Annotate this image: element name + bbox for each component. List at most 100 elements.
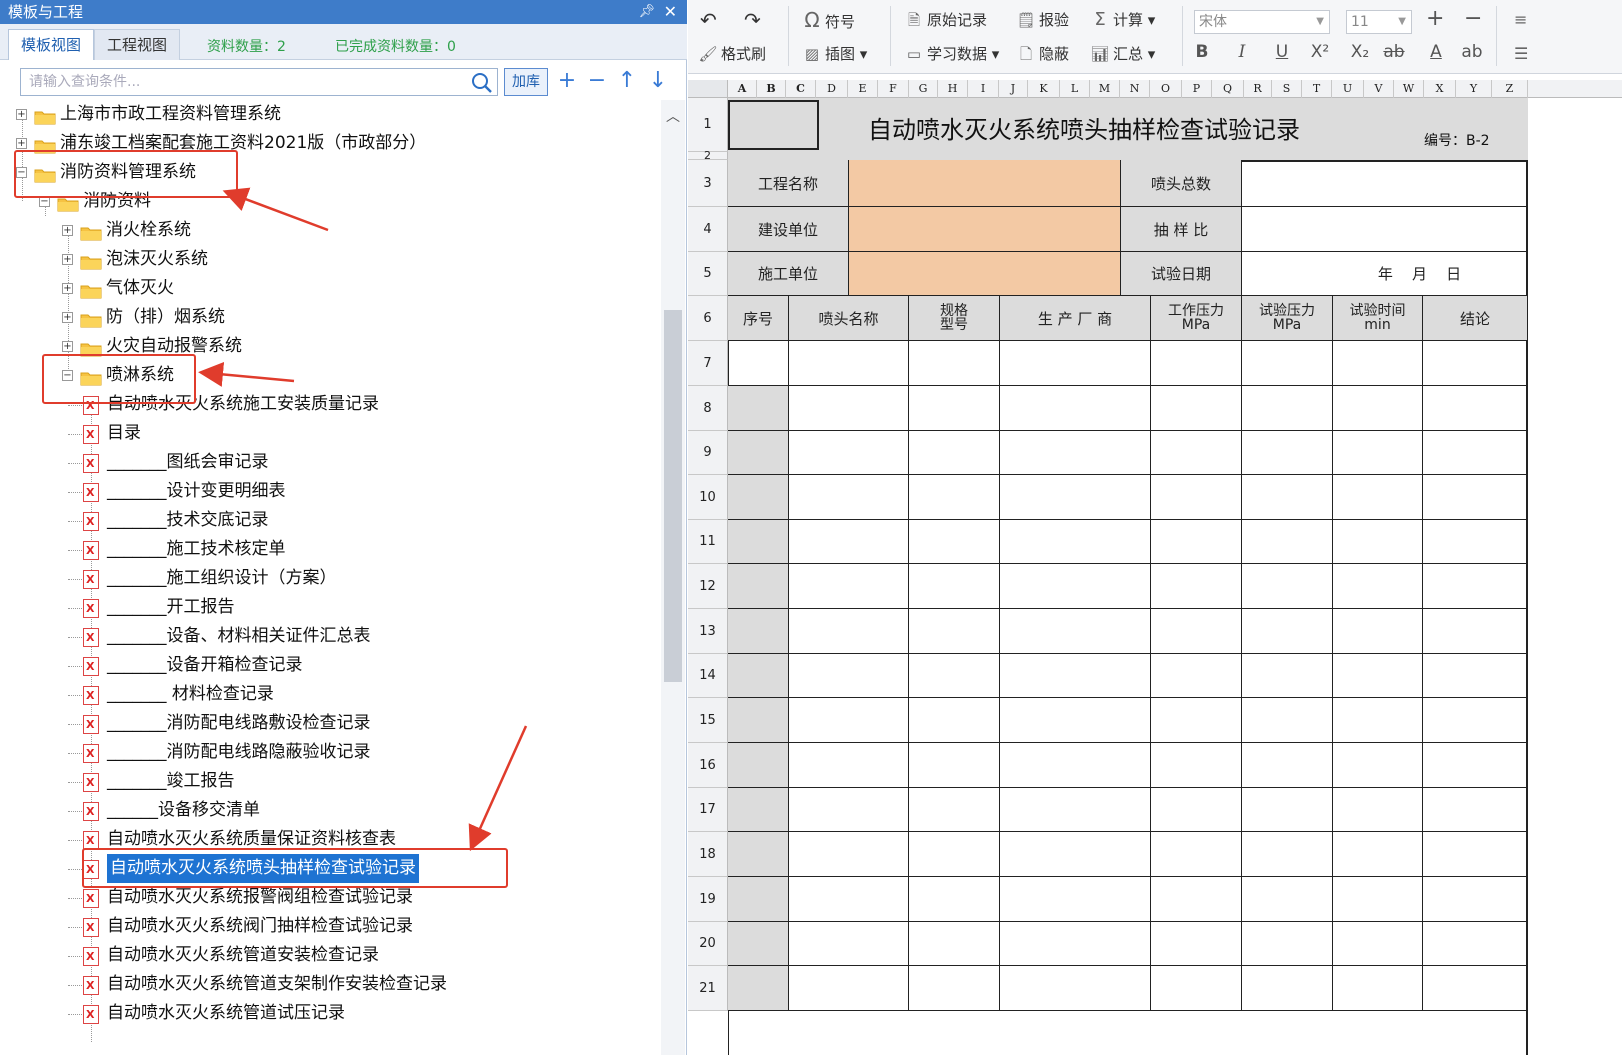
column-header[interactable]: A [728, 80, 757, 98]
data-cell[interactable] [909, 475, 1000, 520]
tree-file-node[interactable]: X 目录 [0, 419, 660, 448]
row-header[interactable]: 17 [688, 788, 728, 832]
column-header[interactable]: V [1364, 80, 1394, 98]
column-header[interactable]: J [999, 80, 1028, 98]
tree-folder-node[interactable]: + 气体灭火 [0, 274, 660, 303]
data-cell[interactable] [909, 698, 1000, 743]
column-header[interactable]: I [968, 80, 999, 98]
move-down-icon[interactable]: ↓ [647, 70, 669, 92]
data-cell[interactable] [1333, 877, 1423, 922]
data-cell[interactable] [1151, 431, 1242, 475]
data-cell[interactable] [728, 431, 789, 475]
data-cell[interactable] [1000, 654, 1151, 698]
data-cell[interactable] [1151, 922, 1242, 966]
close-icon[interactable]: ✕ [664, 0, 677, 24]
column-header[interactable]: E [848, 80, 878, 98]
data-cell[interactable] [1151, 832, 1242, 877]
tree-file-node[interactable]: X _______竣工报告 [0, 767, 660, 796]
data-cell[interactable] [1151, 609, 1242, 654]
data-cell[interactable] [1333, 654, 1423, 698]
data-cell[interactable] [1242, 966, 1333, 1011]
row-header[interactable]: 3 [688, 160, 728, 207]
data-cell[interactable] [1333, 788, 1423, 832]
data-cell[interactable] [1423, 609, 1528, 654]
data-cell[interactable] [728, 564, 789, 609]
data-cell[interactable] [1151, 743, 1242, 788]
data-cell[interactable] [789, 877, 909, 922]
row-header[interactable]: 2 [688, 150, 728, 161]
data-cell[interactable] [789, 743, 909, 788]
expand-icon[interactable]: + [16, 138, 27, 149]
data-cell[interactable] [728, 609, 789, 654]
data-cell[interactable] [789, 922, 909, 966]
data-cell[interactable] [1151, 475, 1242, 520]
data-cell[interactable] [1423, 475, 1528, 520]
data-cell[interactable] [1333, 743, 1423, 788]
column-header[interactable]: R [1244, 80, 1272, 98]
tree-folder-node[interactable]: + 上海市市政工程资料管理系统 [0, 100, 660, 129]
data-cell[interactable] [1242, 475, 1333, 520]
data-cell[interactable] [1333, 431, 1423, 475]
data-cell[interactable] [1423, 520, 1528, 564]
data-cell[interactable] [1423, 431, 1528, 475]
column-header[interactable]: K [1028, 80, 1060, 98]
row-header[interactable]: 15 [688, 698, 728, 743]
tree-file-node[interactable]: X 自动喷水灭火系统管道支架制作安装检查记录 [0, 970, 660, 999]
info-value-cell[interactable] [849, 207, 1121, 252]
tree-folder-node[interactable]: + 消火栓系统 [0, 216, 660, 245]
row-header[interactable]: 21 [688, 966, 728, 1011]
data-cell[interactable] [1423, 832, 1528, 877]
data-cell[interactable] [1242, 520, 1333, 564]
tree-file-node[interactable]: X _______设计变更明细表 [0, 477, 660, 506]
data-cell[interactable] [1333, 922, 1423, 966]
data-cell[interactable] [1000, 431, 1151, 475]
search-input[interactable] [21, 69, 461, 95]
data-cell[interactable] [1242, 788, 1333, 832]
tree-file-node[interactable]: X _______图纸会审记录 [0, 448, 660, 477]
data-cell[interactable] [1000, 966, 1151, 1011]
row-header[interactable]: 14 [688, 654, 728, 698]
data-cell[interactable] [1333, 564, 1423, 609]
data-cell[interactable] [728, 341, 789, 386]
data-cell[interactable] [1242, 564, 1333, 609]
data-cell[interactable] [1151, 520, 1242, 564]
tree-folder-node[interactable]: + 防（排）烟系统 [0, 303, 660, 332]
expand-icon[interactable]: + [62, 341, 73, 352]
data-cell[interactable] [1333, 475, 1423, 520]
data-cell[interactable] [1151, 386, 1242, 431]
tree-file-node[interactable]: X _______ 材料检查记录 [0, 680, 660, 709]
data-cell[interactable] [1242, 609, 1333, 654]
data-cell[interactable] [1242, 743, 1333, 788]
selected-cell-a1[interactable] [728, 100, 819, 150]
data-cell[interactable] [1333, 966, 1423, 1011]
data-cell[interactable] [1423, 698, 1528, 743]
data-cell[interactable] [1000, 475, 1151, 520]
tree-file-node[interactable]: X _______消防配电线路隐蔽验收记录 [0, 738, 660, 767]
data-cell[interactable] [728, 922, 789, 966]
data-cell[interactable] [1423, 966, 1528, 1011]
column-header[interactable]: X [1424, 80, 1456, 98]
expand-icon[interactable]: + [62, 225, 73, 236]
info-value-cell[interactable]: 年 月 日 [1242, 252, 1528, 296]
data-cell[interactable] [1151, 877, 1242, 922]
info-value-cell[interactable] [849, 160, 1121, 207]
data-cell[interactable] [728, 743, 789, 788]
move-up-icon[interactable]: ↑ [616, 70, 638, 92]
add-library-button[interactable]: 加库 [504, 68, 548, 96]
data-cell[interactable] [1000, 341, 1151, 386]
column-header[interactable]: S [1272, 80, 1302, 98]
column-header[interactable]: U [1332, 80, 1364, 98]
data-cell[interactable] [1242, 877, 1333, 922]
data-cell[interactable] [1423, 743, 1528, 788]
data-cell[interactable] [909, 654, 1000, 698]
data-cell[interactable] [1242, 698, 1333, 743]
expand-icon[interactable]: + [62, 254, 73, 265]
column-header[interactable]: W [1394, 80, 1424, 98]
data-cell[interactable] [1423, 788, 1528, 832]
row-header[interactable]: 6 [688, 296, 728, 341]
data-cell[interactable] [1423, 564, 1528, 609]
row-header[interactable]: 4 [688, 207, 728, 252]
data-cell[interactable] [1423, 654, 1528, 698]
tree-file-node[interactable]: X _______施工技术核定单 [0, 535, 660, 564]
corner-cell[interactable] [688, 80, 728, 98]
